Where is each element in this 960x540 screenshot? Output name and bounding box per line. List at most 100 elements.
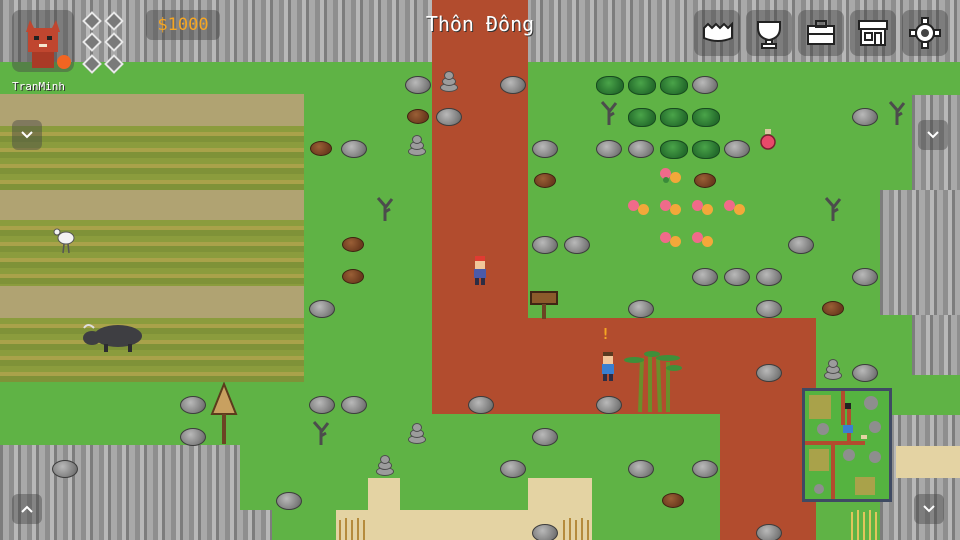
stone[interactable]: [692, 460, 718, 478]
flower-cluster[interactable]: [658, 196, 684, 220]
stone[interactable]: [564, 236, 590, 254]
flower-cluster[interactable]: [690, 228, 716, 252]
wheat-crop[interactable]: [560, 516, 592, 540]
bamboo-cluster[interactable]: [624, 348, 682, 414]
farm-field-rows[interactable]: [0, 126, 304, 190]
stone[interactable]: [724, 140, 750, 158]
flower-cluster[interactable]: [658, 164, 684, 188]
settings-button[interactable]: [902, 10, 948, 56]
stone[interactable]: [788, 236, 814, 254]
stone-cairn[interactable]: [376, 452, 394, 476]
player-avatar[interactable]: [12, 10, 74, 72]
green-bush[interactable]: [692, 140, 720, 159]
farm-field-rows-3[interactable]: [0, 318, 304, 382]
dirt-mound[interactable]: [407, 109, 429, 124]
stone[interactable]: [628, 300, 654, 318]
stone[interactable]: [276, 492, 302, 510]
farm-field-fallow-2: [0, 190, 304, 220]
flower-cluster[interactable]: [626, 196, 652, 220]
collapse-chat-button[interactable]: [12, 494, 42, 524]
dead-tree[interactable]: [372, 194, 398, 222]
stone-cairn[interactable]: [408, 132, 426, 156]
stone[interactable]: [500, 76, 526, 94]
npc-villager[interactable]: [598, 352, 618, 382]
stone[interactable]: [692, 76, 718, 94]
green-bush[interactable]: [692, 108, 720, 127]
dirt-mound[interactable]: [342, 237, 364, 252]
stone[interactable]: [180, 428, 206, 446]
farm-field-rows-2[interactable]: [0, 220, 304, 286]
stone[interactable]: [500, 460, 526, 478]
friends-button[interactable]: [694, 10, 740, 56]
stone[interactable]: [468, 396, 494, 414]
stone[interactable]: [628, 460, 654, 478]
dirt-mound[interactable]: [694, 173, 716, 188]
stone[interactable]: [532, 140, 558, 158]
stone-cairn[interactable]: [440, 68, 458, 92]
stone[interactable]: [309, 396, 335, 414]
wheat-crop[interactable]: [848, 508, 880, 540]
potion-bottle-icon[interactable]: [760, 128, 776, 150]
stone[interactable]: [596, 396, 622, 414]
flower-cluster[interactable]: [658, 228, 684, 252]
expand-minimap-button[interactable]: [914, 494, 944, 524]
stone[interactable]: [436, 108, 462, 126]
stone[interactable]: [628, 140, 654, 158]
stone[interactable]: [405, 76, 431, 94]
wooden-signpost[interactable]: [530, 290, 558, 320]
inventory-button[interactable]: [798, 10, 844, 56]
dead-tree[interactable]: [820, 194, 846, 222]
shop-button[interactable]: [850, 10, 896, 56]
dirt-mound[interactable]: [822, 301, 844, 316]
dirt-mound[interactable]: [534, 173, 556, 188]
stone[interactable]: [852, 268, 878, 286]
green-bush[interactable]: [660, 108, 688, 127]
player-character[interactable]: [470, 256, 490, 286]
stone[interactable]: [532, 236, 558, 254]
stone[interactable]: [532, 524, 558, 540]
dirt-mound[interactable]: [310, 141, 332, 156]
stone-cairn[interactable]: [824, 356, 842, 380]
dead-tree[interactable]: [308, 418, 334, 446]
flower-cluster[interactable]: [722, 196, 748, 220]
pine-tree[interactable]: [208, 382, 240, 446]
chevron-up-icon: [21, 505, 33, 513]
green-bush[interactable]: [628, 76, 656, 95]
stone[interactable]: [309, 300, 335, 318]
stone[interactable]: [341, 140, 367, 158]
stone[interactable]: [852, 364, 878, 382]
expand-right-panel-button[interactable]: [918, 120, 948, 150]
green-bush[interactable]: [660, 76, 688, 95]
expand-left-panel-button[interactable]: [12, 120, 42, 150]
stone[interactable]: [756, 300, 782, 318]
stone[interactable]: [180, 396, 206, 414]
player-username: TranMinh: [12, 80, 65, 93]
stone[interactable]: [756, 524, 782, 540]
trophy-button[interactable]: [746, 10, 792, 56]
green-bush[interactable]: [660, 140, 688, 159]
dead-tree[interactable]: [884, 98, 910, 126]
wheat-crop[interactable]: [336, 516, 368, 540]
stone[interactable]: [756, 364, 782, 382]
stone-cairn[interactable]: [408, 420, 426, 444]
green-bush[interactable]: [628, 108, 656, 127]
dead-tree[interactable]: [596, 98, 622, 126]
stone[interactable]: [596, 140, 622, 158]
dirt-mound[interactable]: [662, 493, 684, 508]
flower-cluster[interactable]: [690, 196, 716, 220]
white-heron-icon[interactable]: [52, 226, 78, 254]
dirt-mound[interactable]: [342, 269, 364, 284]
shop-icon: [858, 20, 888, 46]
stone[interactable]: [852, 108, 878, 126]
stone[interactable]: [52, 460, 78, 478]
minimap[interactable]: [802, 388, 892, 502]
water-buffalo-icon[interactable]: [78, 320, 146, 352]
stone[interactable]: [724, 268, 750, 286]
farm-field-fallow-3: [0, 286, 304, 318]
stone[interactable]: [532, 428, 558, 446]
green-bush[interactable]: [596, 76, 624, 95]
stone[interactable]: [692, 268, 718, 286]
stone[interactable]: [756, 268, 782, 286]
stone[interactable]: [341, 396, 367, 414]
friends-icon: [703, 21, 733, 42]
